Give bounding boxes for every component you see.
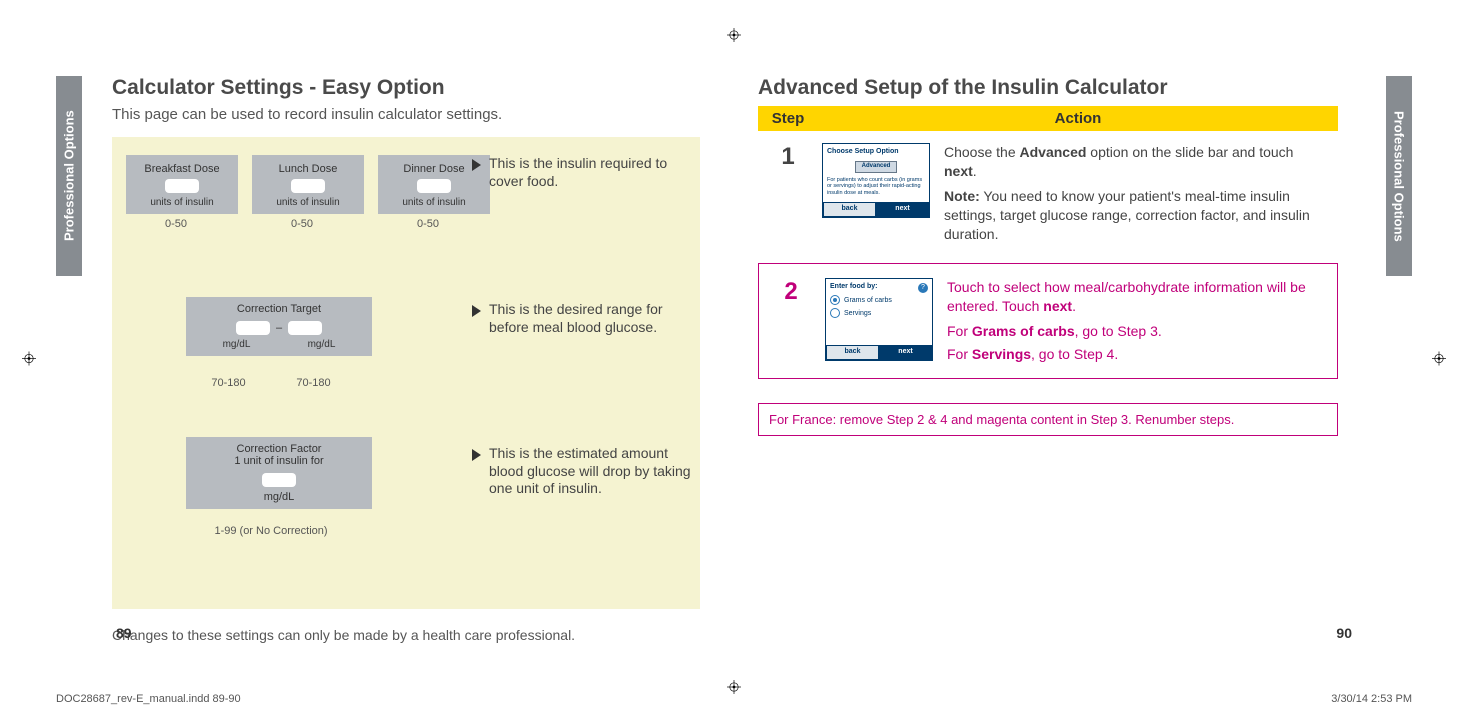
- page-title: Calculator Settings - Easy Option: [112, 76, 710, 100]
- step-table-header: Step Action: [758, 106, 1338, 131]
- page-subtitle: This page can be used to record insulin …: [112, 106, 710, 123]
- screen-2-next-button[interactable]: next: [879, 345, 932, 359]
- step-2-row: 2 ? Enter food by: Grams of carbs Servin…: [771, 274, 1325, 368]
- s2-l2b: Grams of carbs: [972, 323, 1075, 339]
- s1-t4: next: [944, 163, 973, 179]
- s2-l3b: Servings: [972, 346, 1031, 362]
- factor-field[interactable]: [262, 473, 296, 487]
- opt-servings: Servings: [844, 310, 871, 317]
- page-title: Advanced Setup of the Insulin Calculator: [758, 76, 1356, 100]
- s1-note-text: You need to know your patient's meal-tim…: [944, 188, 1310, 242]
- correction-factor-line1: Correction Factor: [194, 443, 364, 455]
- units-label: units of insulin: [132, 197, 232, 208]
- radio-grams[interactable]: [830, 295, 840, 305]
- screen-1-header: Choose Setup Option: [827, 148, 925, 156]
- screen-1-option[interactable]: Advanced: [855, 161, 898, 172]
- opt-grams: Grams of carbs: [844, 297, 892, 304]
- breakfast-dose-label: Breakfast Dose: [132, 163, 232, 175]
- step-1-number: 1: [768, 143, 808, 171]
- side-tab-right: Professional Options: [1386, 76, 1412, 276]
- dinner-range: 0-50: [378, 218, 478, 230]
- step-1-row: 1 Choose Setup Option Advanced For patie…: [758, 131, 1338, 255]
- step-1-action: Choose the Advanced option on the slide …: [944, 143, 1328, 243]
- breakfast-range: 0-50: [126, 218, 226, 230]
- step-2-action: Touch to select how meal/carbohydrate in…: [947, 278, 1325, 364]
- page-89: Professional Options Calculator Settings…: [56, 56, 734, 643]
- target-high-field[interactable]: [288, 321, 322, 335]
- correction-factor-line2: 1 unit of insulin for: [194, 455, 364, 467]
- reg-mark-top: [727, 28, 741, 45]
- note-1: This is the insulin required to cover fo…: [472, 155, 672, 190]
- s1-t5: .: [973, 163, 977, 179]
- correction-factor-card: Correction Factor 1 unit of insulin for …: [186, 437, 372, 509]
- s2-t1: Touch to select how meal/carbohydrate in…: [947, 279, 1306, 314]
- arrow-icon: [472, 305, 481, 317]
- note-3-text: This is the estimated amount blood gluco…: [489, 445, 692, 498]
- note-3: This is the estimated amount blood gluco…: [472, 445, 692, 498]
- s1-t1: Choose the: [944, 144, 1020, 160]
- lunch-dose-field[interactable]: [291, 179, 325, 193]
- lunch-dose-label: Lunch Dose: [258, 163, 358, 175]
- note-1-text: This is the insulin required to cover fo…: [489, 155, 672, 190]
- s1-t3: option on the slide bar and touch: [1086, 144, 1293, 160]
- screen-1-next-button[interactable]: next: [876, 202, 929, 216]
- correction-target-card: Correction Target – mg/dL mg/dL: [186, 297, 372, 356]
- step-2-screen: ? Enter food by: Grams of carbs Servings…: [825, 278, 933, 360]
- s2-t2: next: [1043, 298, 1072, 314]
- s2-l2a: For: [947, 323, 972, 339]
- dinner-dose-label: Dinner Dose: [384, 163, 484, 175]
- arrow-icon: [472, 159, 481, 171]
- s2-l3c: , go to Step 4.: [1031, 346, 1118, 362]
- breakfast-dose-field[interactable]: [165, 179, 199, 193]
- side-tab-left: Professional Options: [56, 76, 82, 276]
- lunch-range: 0-50: [252, 218, 352, 230]
- target-range-1: 70-180: [211, 377, 245, 389]
- reg-mark-right: [1432, 351, 1446, 368]
- factor-unit: mg/dL: [194, 491, 364, 503]
- page-number-90: 90: [1336, 625, 1352, 641]
- units-label: units of insulin: [258, 197, 358, 208]
- worksheet-panel: Breakfast Dose units of insulin 0-50 Lun…: [112, 137, 700, 609]
- s1-t2: Advanced: [1020, 144, 1087, 160]
- screen-1-back-button[interactable]: back: [823, 202, 876, 216]
- page-number-89: 89: [116, 625, 132, 641]
- factor-range: 1-99 (or No Correction): [186, 525, 356, 537]
- radio-servings[interactable]: [830, 308, 840, 318]
- footnote: Changes to these settings can only be ma…: [112, 627, 710, 643]
- col-action: Action: [818, 106, 1338, 131]
- correction-target-label: Correction Target: [194, 303, 364, 315]
- lunch-dose-card: Lunch Dose units of insulin: [252, 155, 364, 214]
- target-range-2: 70-180: [296, 377, 330, 389]
- screen-2-back-button[interactable]: back: [826, 345, 879, 359]
- footer-stamp: 3/30/14 2:53 PM: [1331, 693, 1412, 705]
- target-low-field[interactable]: [236, 321, 270, 335]
- footer-file: DOC28687_rev-E_manual.indd 89-90: [56, 693, 241, 705]
- target-unit-2: mg/dL: [308, 339, 336, 350]
- target-dash: –: [276, 322, 282, 334]
- s2-l2c: , go to Step 3.: [1075, 323, 1162, 339]
- s2-t3: .: [1072, 298, 1076, 314]
- note-2: This is the desired range for before mea…: [472, 301, 682, 336]
- s2-l3a: For: [947, 346, 972, 362]
- screen-1-desc: For patients who count carbs (in grams o…: [827, 177, 925, 197]
- help-icon[interactable]: ?: [918, 283, 928, 293]
- breakfast-dose-card: Breakfast Dose units of insulin: [126, 155, 238, 214]
- reg-mark-left: [22, 351, 36, 368]
- step-table: Step Action 1 Choose Setup Option Advanc…: [758, 106, 1338, 379]
- note-2-text: This is the desired range for before mea…: [489, 301, 682, 336]
- units-label: units of insulin: [384, 197, 484, 208]
- s1-note-label: Note:: [944, 188, 980, 204]
- target-unit-1: mg/dL: [223, 339, 251, 350]
- col-step: Step: [758, 106, 818, 131]
- dinner-dose-field[interactable]: [417, 179, 451, 193]
- step-2-magenta-box: 2 ? Enter food by: Grams of carbs Servin…: [758, 263, 1338, 379]
- arrow-icon: [472, 449, 481, 461]
- france-note: For France: remove Step 2 & 4 and magent…: [758, 403, 1338, 436]
- screen-2-header: Enter food by:: [830, 283, 928, 291]
- page-90: Professional Options Advanced Setup of t…: [734, 56, 1412, 643]
- print-footer: DOC28687_rev-E_manual.indd 89-90 3/30/14…: [56, 693, 1412, 705]
- step-2-number: 2: [771, 278, 811, 306]
- step-1-screen: Choose Setup Option Advanced For patient…: [822, 143, 930, 218]
